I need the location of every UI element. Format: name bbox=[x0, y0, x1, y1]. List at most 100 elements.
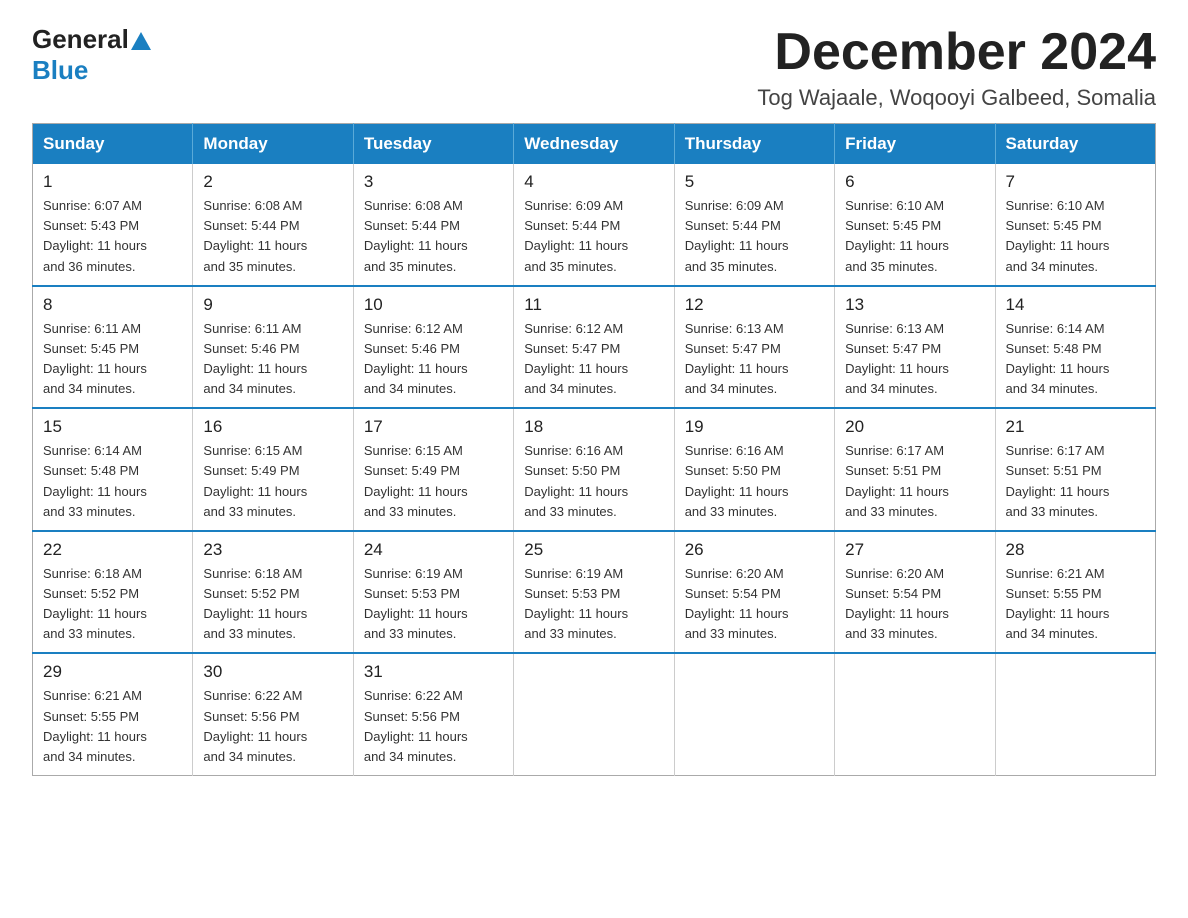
day-info: Sunrise: 6:09 AMSunset: 5:44 PMDaylight:… bbox=[685, 196, 824, 277]
calendar-day-cell bbox=[835, 653, 995, 775]
day-info: Sunrise: 6:13 AMSunset: 5:47 PMDaylight:… bbox=[845, 319, 984, 400]
weekday-header-row: SundayMondayTuesdayWednesdayThursdayFrid… bbox=[33, 124, 1156, 165]
calendar-day-cell bbox=[995, 653, 1155, 775]
calendar-day-cell: 10 Sunrise: 6:12 AMSunset: 5:46 PMDayligh… bbox=[353, 286, 513, 409]
day-number: 3 bbox=[364, 172, 503, 192]
day-number: 28 bbox=[1006, 540, 1145, 560]
day-info: Sunrise: 6:15 AMSunset: 5:49 PMDaylight:… bbox=[203, 441, 342, 522]
day-number: 31 bbox=[364, 662, 503, 682]
calendar-day-cell: 6 Sunrise: 6:10 AMSunset: 5:45 PMDaylight… bbox=[835, 164, 995, 286]
weekday-header-wednesday: Wednesday bbox=[514, 124, 674, 165]
calendar-day-cell bbox=[514, 653, 674, 775]
day-number: 30 bbox=[203, 662, 342, 682]
calendar-week-row: 22 Sunrise: 6:18 AMSunset: 5:52 PMDayligh… bbox=[33, 531, 1156, 654]
calendar-day-cell: 3 Sunrise: 6:08 AMSunset: 5:44 PMDaylight… bbox=[353, 164, 513, 286]
day-number: 6 bbox=[845, 172, 984, 192]
location-title: Tog Wajaale, Woqooyi Galbeed, Somalia bbox=[757, 85, 1156, 111]
calendar-day-cell: 30 Sunrise: 6:22 AMSunset: 5:56 PMDayligh… bbox=[193, 653, 353, 775]
calendar-day-cell: 25Sunrise: 6:19 AMSunset: 5:53 PMDayligh… bbox=[514, 531, 674, 654]
calendar-week-row: 8 Sunrise: 6:11 AMSunset: 5:45 PMDaylight… bbox=[33, 286, 1156, 409]
day-number: 17 bbox=[364, 417, 503, 437]
day-info: Sunrise: 6:17 AMSunset: 5:51 PMDaylight:… bbox=[1006, 441, 1145, 522]
day-number: 7 bbox=[1006, 172, 1145, 192]
day-info: Sunrise: 6:12 AMSunset: 5:46 PMDaylight:… bbox=[364, 319, 503, 400]
calendar-day-cell: 13 Sunrise: 6:13 AMSunset: 5:47 PMDayligh… bbox=[835, 286, 995, 409]
day-number: 27 bbox=[845, 540, 984, 560]
calendar-day-cell: 26 Sunrise: 6:20 AMSunset: 5:54 PMDayligh… bbox=[674, 531, 834, 654]
day-info: Sunrise: 6:16 AMSunset: 5:50 PMDaylight:… bbox=[524, 441, 663, 522]
calendar-table: SundayMondayTuesdayWednesdayThursdayFrid… bbox=[32, 123, 1156, 776]
day-number: 18 bbox=[524, 417, 663, 437]
calendar-day-cell: 14 Sunrise: 6:14 AMSunset: 5:48 PMDayligh… bbox=[995, 286, 1155, 409]
day-info: Sunrise: 6:21 AMSunset: 5:55 PMDaylight:… bbox=[43, 686, 182, 767]
calendar-day-cell: 20 Sunrise: 6:17 AMSunset: 5:51 PMDayligh… bbox=[835, 408, 995, 531]
day-info: Sunrise: 6:15 AMSunset: 5:49 PMDaylight:… bbox=[364, 441, 503, 522]
calendar-day-cell: 29 Sunrise: 6:21 AMSunset: 5:55 PMDayligh… bbox=[33, 653, 193, 775]
calendar-day-cell: 27Sunrise: 6:20 AMSunset: 5:54 PMDayligh… bbox=[835, 531, 995, 654]
day-info: Sunrise: 6:14 AMSunset: 5:48 PMDaylight:… bbox=[1006, 319, 1145, 400]
day-number: 24 bbox=[364, 540, 503, 560]
logo: General Blue bbox=[32, 24, 151, 86]
day-info: Sunrise: 6:18 AMSunset: 5:52 PMDaylight:… bbox=[43, 564, 182, 645]
day-number: 1 bbox=[43, 172, 182, 192]
calendar-day-cell: 22 Sunrise: 6:18 AMSunset: 5:52 PMDayligh… bbox=[33, 531, 193, 654]
weekday-header-saturday: Saturday bbox=[995, 124, 1155, 165]
weekday-header-friday: Friday bbox=[835, 124, 995, 165]
day-info: Sunrise: 6:22 AMSunset: 5:56 PMDaylight:… bbox=[203, 686, 342, 767]
calendar-day-cell: 2 Sunrise: 6:08 AMSunset: 5:44 PMDaylight… bbox=[193, 164, 353, 286]
calendar-week-row: 1Sunrise: 6:07 AMSunset: 5:43 PMDaylight… bbox=[33, 164, 1156, 286]
day-number: 20 bbox=[845, 417, 984, 437]
day-number: 21 bbox=[1006, 417, 1145, 437]
calendar-week-row: 29 Sunrise: 6:21 AMSunset: 5:55 PMDayligh… bbox=[33, 653, 1156, 775]
calendar-day-cell: 5 Sunrise: 6:09 AMSunset: 5:44 PMDaylight… bbox=[674, 164, 834, 286]
calendar-day-cell: 31Sunrise: 6:22 AMSunset: 5:56 PMDayligh… bbox=[353, 653, 513, 775]
calendar-week-row: 15Sunrise: 6:14 AMSunset: 5:48 PMDayligh… bbox=[33, 408, 1156, 531]
day-info: Sunrise: 6:19 AMSunset: 5:53 PMDaylight:… bbox=[524, 564, 663, 645]
calendar-day-cell: 23 Sunrise: 6:18 AMSunset: 5:52 PMDayligh… bbox=[193, 531, 353, 654]
day-number: 26 bbox=[685, 540, 824, 560]
calendar-day-cell: 9 Sunrise: 6:11 AMSunset: 5:46 PMDaylight… bbox=[193, 286, 353, 409]
calendar-day-cell: 24 Sunrise: 6:19 AMSunset: 5:53 PMDayligh… bbox=[353, 531, 513, 654]
calendar-day-cell: 15Sunrise: 6:14 AMSunset: 5:48 PMDayligh… bbox=[33, 408, 193, 531]
day-info: Sunrise: 6:11 AMSunset: 5:46 PMDaylight:… bbox=[203, 319, 342, 400]
day-info: Sunrise: 6:16 AMSunset: 5:50 PMDaylight:… bbox=[685, 441, 824, 522]
day-number: 23 bbox=[203, 540, 342, 560]
calendar-day-cell: 7 Sunrise: 6:10 AMSunset: 5:45 PMDaylight… bbox=[995, 164, 1155, 286]
calendar-day-cell: 18 Sunrise: 6:16 AMSunset: 5:50 PMDayligh… bbox=[514, 408, 674, 531]
day-info: Sunrise: 6:10 AMSunset: 5:45 PMDaylight:… bbox=[1006, 196, 1145, 277]
day-info: Sunrise: 6:17 AMSunset: 5:51 PMDaylight:… bbox=[845, 441, 984, 522]
weekday-header-thursday: Thursday bbox=[674, 124, 834, 165]
calendar-day-cell: 4 Sunrise: 6:09 AMSunset: 5:44 PMDaylight… bbox=[514, 164, 674, 286]
day-info: Sunrise: 6:09 AMSunset: 5:44 PMDaylight:… bbox=[524, 196, 663, 277]
weekday-header-monday: Monday bbox=[193, 124, 353, 165]
day-info: Sunrise: 6:08 AMSunset: 5:44 PMDaylight:… bbox=[364, 196, 503, 277]
day-number: 15 bbox=[43, 417, 182, 437]
day-number: 14 bbox=[1006, 295, 1145, 315]
weekday-header-tuesday: Tuesday bbox=[353, 124, 513, 165]
day-number: 2 bbox=[203, 172, 342, 192]
day-info: Sunrise: 6:10 AMSunset: 5:45 PMDaylight:… bbox=[845, 196, 984, 277]
day-info: Sunrise: 6:11 AMSunset: 5:45 PMDaylight:… bbox=[43, 319, 182, 400]
month-title: December 2024 bbox=[757, 24, 1156, 81]
calendar-day-cell: 12Sunrise: 6:13 AMSunset: 5:47 PMDayligh… bbox=[674, 286, 834, 409]
day-number: 9 bbox=[203, 295, 342, 315]
day-info: Sunrise: 6:08 AMSunset: 5:44 PMDaylight:… bbox=[203, 196, 342, 277]
logo-blue-text: Blue bbox=[32, 55, 88, 86]
day-number: 4 bbox=[524, 172, 663, 192]
day-number: 13 bbox=[845, 295, 984, 315]
calendar-day-cell: 17 Sunrise: 6:15 AMSunset: 5:49 PMDayligh… bbox=[353, 408, 513, 531]
calendar-day-cell: 8 Sunrise: 6:11 AMSunset: 5:45 PMDaylight… bbox=[33, 286, 193, 409]
weekday-header-sunday: Sunday bbox=[33, 124, 193, 165]
day-number: 19 bbox=[685, 417, 824, 437]
day-number: 29 bbox=[43, 662, 182, 682]
day-number: 5 bbox=[685, 172, 824, 192]
day-info: Sunrise: 6:19 AMSunset: 5:53 PMDaylight:… bbox=[364, 564, 503, 645]
title-section: December 2024 Tog Wajaale, Woqooyi Galbe… bbox=[757, 24, 1156, 111]
day-number: 10 bbox=[364, 295, 503, 315]
day-info: Sunrise: 6:18 AMSunset: 5:52 PMDaylight:… bbox=[203, 564, 342, 645]
day-info: Sunrise: 6:13 AMSunset: 5:47 PMDaylight:… bbox=[685, 319, 824, 400]
day-info: Sunrise: 6:20 AMSunset: 5:54 PMDaylight:… bbox=[685, 564, 824, 645]
day-number: 8 bbox=[43, 295, 182, 315]
day-number: 11 bbox=[524, 295, 663, 315]
day-number: 22 bbox=[43, 540, 182, 560]
